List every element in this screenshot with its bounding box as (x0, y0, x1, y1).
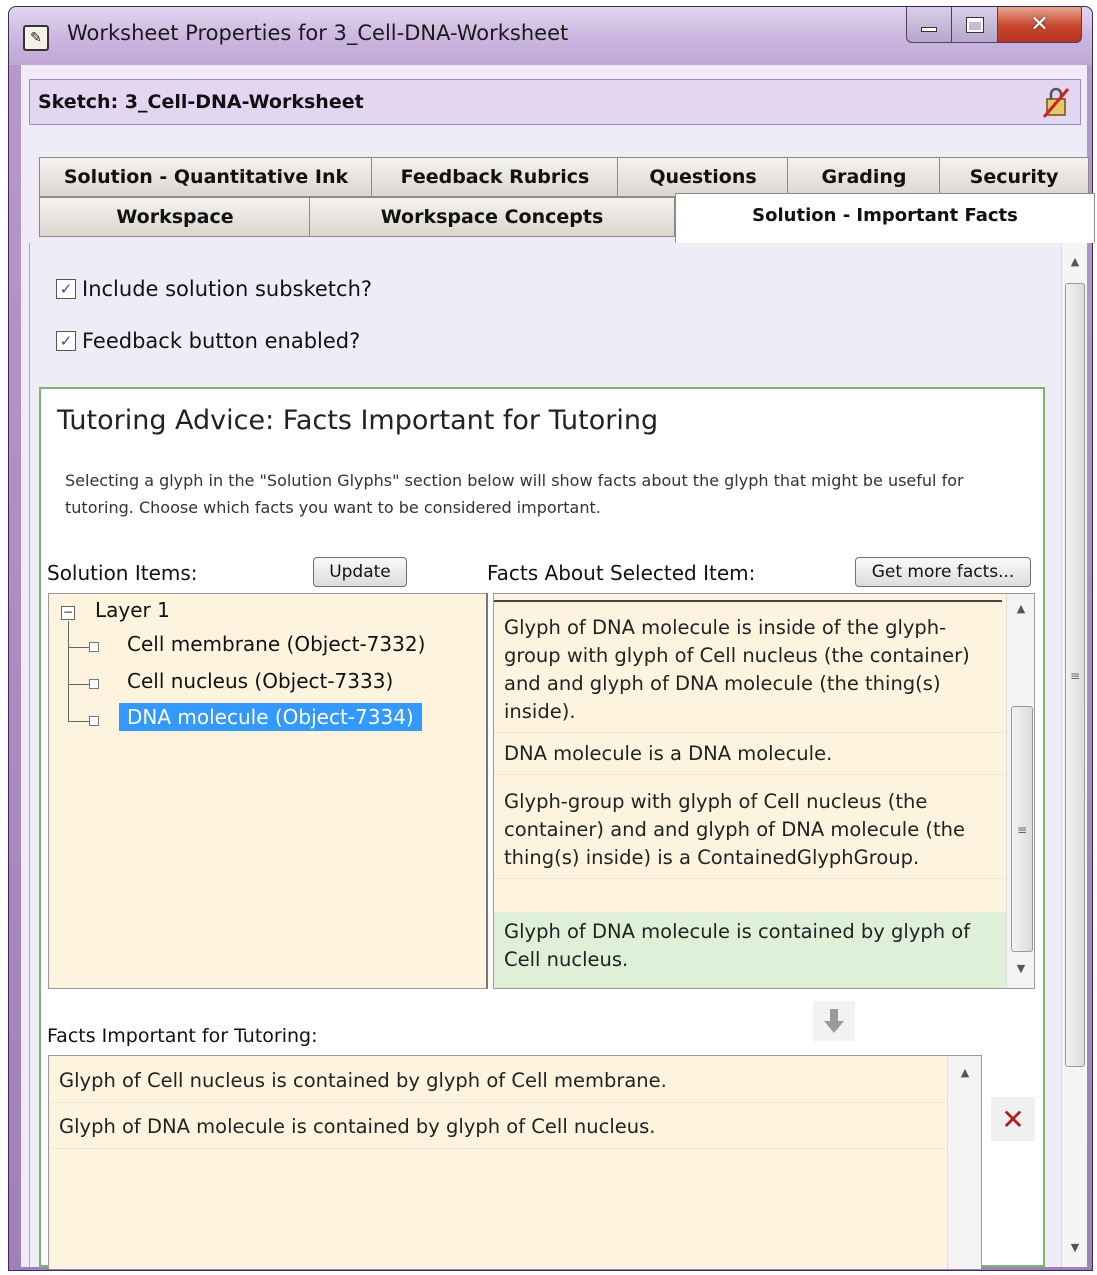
app-icon: ✎ (23, 25, 49, 51)
collapse-icon[interactable]: − (61, 606, 75, 620)
sketch-header: Sketch: 3_Cell-DNA-Worksheet (29, 79, 1081, 125)
fact-item[interactable]: DNA molecule is a DNA molecule. (494, 734, 1006, 775)
tab-security[interactable]: Security (939, 157, 1089, 197)
facts-selected-list[interactable]: Glyph of DNA molecule is inside of the g… (493, 593, 1035, 989)
list-top-edge (494, 594, 1002, 602)
sketch-label: Sketch: 3_Cell-DNA-Worksheet (38, 91, 364, 113)
facts-selected-label: Facts About Selected Item: (487, 561, 756, 585)
maximize-icon (965, 16, 984, 33)
close-icon: ✕ (1030, 12, 1049, 37)
fact-item[interactable]: Glyph of DNA molecule is inside of the g… (494, 608, 1006, 733)
lock-icon[interactable] (1042, 85, 1070, 119)
panel-scrollbar[interactable]: ▲ ≡ ▼ (1061, 243, 1087, 1267)
scroll-down-icon[interactable]: ▼ (1007, 958, 1034, 980)
properties-window: ✎ Worksheet Properties for 3_Cell-DNA-Wo… (8, 6, 1095, 1271)
minimize-button[interactable] (906, 7, 952, 43)
tab-workspace-concepts[interactable]: Workspace Concepts (309, 197, 675, 237)
advice-title: Tutoring Advice: Facts Important for Tut… (57, 405, 659, 436)
solution-items-label: Solution Items: (47, 561, 198, 585)
tree-node-cell-nucleus[interactable]: Cell nucleus (Object-7333) (127, 669, 393, 693)
facts-scrollbar[interactable]: ▲ ≡ ▼ (1006, 594, 1034, 988)
add-fact-button[interactable] (813, 1001, 855, 1041)
tree-connector (68, 647, 90, 648)
leaf-icon (89, 679, 99, 689)
tree-connector (68, 684, 90, 685)
important-facts-label: Facts Important for Tutoring: (47, 1025, 318, 1047)
fact-item[interactable]: Glyph-group with glyph of Cell nucleus (… (494, 782, 1006, 879)
tree-connector (68, 721, 90, 722)
minimize-icon (921, 27, 937, 32)
important-facts-list[interactable]: Glyph of Cell nucleus is contained by gl… (48, 1055, 982, 1269)
scroll-up-icon[interactable]: ▲ (948, 1062, 982, 1084)
tab-workspace[interactable]: Workspace (39, 197, 311, 237)
title-bar[interactable]: ✎ Worksheet Properties for 3_Cell-DNA-Wo… (9, 7, 1092, 65)
tab-grading[interactable]: Grading (787, 157, 941, 197)
remove-fact-button[interactable]: ✕ (991, 1097, 1035, 1141)
client-area: Sketch: 3_Cell-DNA-Worksheet Solution - … (21, 65, 1095, 1269)
advice-description: Selecting a glyph in the "Solution Glyph… (65, 471, 964, 517)
tree-connector (68, 621, 69, 721)
tree-node-layer[interactable]: Layer 1 (95, 598, 170, 622)
get-more-facts-button[interactable]: Get more facts... (855, 557, 1031, 587)
tab-feedback-rubrics[interactable]: Feedback Rubrics (371, 157, 619, 197)
tab-content-panel: ✓ Include solution subsketch? ✓ Feedback… (29, 243, 1065, 1269)
feedback-enabled-checkbox[interactable]: ✓ (56, 331, 76, 351)
feedback-enabled-option[interactable]: ✓ Feedback button enabled? (56, 329, 360, 353)
scroll-thumb[interactable]: ≡ (1011, 706, 1033, 952)
arrow-down-icon (824, 1009, 844, 1033)
window-controls: ✕ (906, 7, 1082, 45)
leaf-icon (89, 642, 99, 652)
close-button[interactable]: ✕ (998, 7, 1082, 43)
scroll-thumb[interactable]: ≡ (1065, 283, 1085, 1067)
fact-item-selected[interactable]: Glyph of DNA molecule is contained by gl… (494, 912, 1006, 988)
tree-node-cell-membrane[interactable]: Cell membrane (Object-7332) (127, 632, 425, 656)
important-scrollbar[interactable]: ▲ (947, 1056, 981, 1269)
scroll-up-icon[interactable]: ▲ (1062, 251, 1088, 273)
include-solution-option[interactable]: ✓ Include solution subsketch? (56, 277, 372, 301)
leaf-icon (89, 716, 99, 726)
scroll-down-icon[interactable]: ▼ (1062, 1237, 1088, 1259)
include-solution-checkbox[interactable]: ✓ (56, 279, 76, 299)
important-fact-item[interactable]: Glyph of Cell nucleus is contained by gl… (49, 1060, 945, 1103)
tab-solution-quantitative-ink[interactable]: Solution - Quantitative Ink (39, 157, 373, 197)
scroll-up-icon[interactable]: ▲ (1007, 598, 1034, 620)
important-fact-item[interactable]: Glyph of DNA molecule is contained by gl… (49, 1106, 945, 1149)
solution-items-tree[interactable]: − Layer 1 Cell membrane (Object-7332) Ce… (48, 593, 488, 989)
remove-icon: ✕ (1001, 1102, 1025, 1136)
include-solution-label: Include solution subsketch? (82, 277, 373, 301)
tutoring-advice-section: Tutoring Advice: Facts Important for Tut… (39, 387, 1045, 1269)
tab-solution-important-facts[interactable]: Solution - Important Facts (675, 193, 1095, 243)
maximize-button[interactable] (952, 7, 998, 43)
tab-questions[interactable]: Questions (617, 157, 789, 197)
update-button[interactable]: Update (313, 557, 407, 587)
window-title: Worksheet Properties for 3_Cell-DNA-Work… (67, 21, 569, 45)
tree-node-dna-molecule[interactable]: DNA molecule (Object-7334) (119, 703, 422, 731)
feedback-enabled-label: Feedback button enabled? (82, 329, 361, 353)
